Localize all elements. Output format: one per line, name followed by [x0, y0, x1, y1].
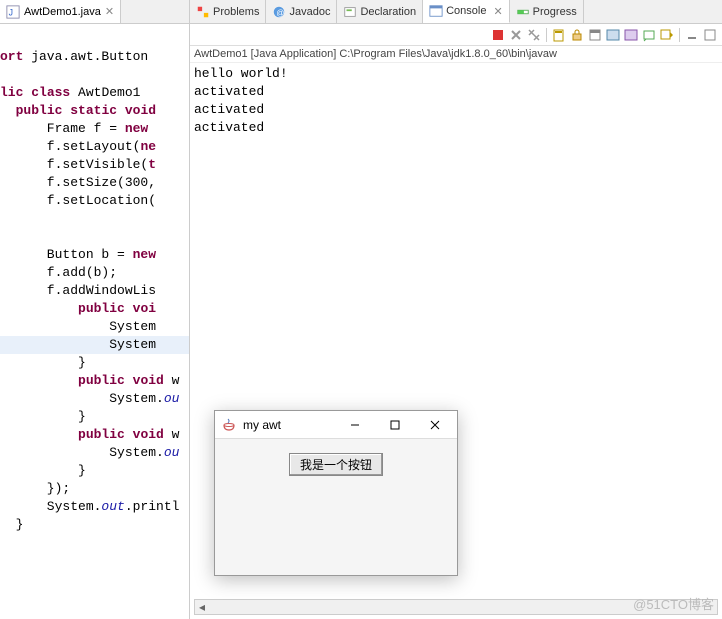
code-line[interactable]: lic class AwtDemo1 — [0, 84, 189, 102]
declaration-icon — [343, 5, 357, 19]
svg-text:J: J — [9, 7, 13, 17]
tab-label: Console — [446, 5, 486, 17]
code-line[interactable]: public voi — [0, 300, 189, 318]
tab-label: Problems — [213, 6, 259, 18]
display-selected-button[interactable] — [641, 27, 657, 43]
code-line[interactable]: public void w — [0, 426, 189, 444]
console-toolbar — [190, 24, 722, 46]
code-line[interactable]: System.out.printl — [0, 498, 189, 516]
minimize-view-button[interactable] — [684, 27, 700, 43]
editor-tab-filename: AwtDemo1.java — [24, 6, 101, 18]
tab-label: Javadoc — [289, 6, 330, 18]
awt-titlebar[interactable]: my awt — [215, 411, 457, 439]
code-line[interactable]: }); — [0, 480, 189, 498]
console-output[interactable]: hello world! activated activated activat… — [190, 63, 722, 139]
code-line[interactable] — [0, 228, 189, 246]
javadoc-icon: @ — [272, 5, 286, 19]
clear-console-button[interactable] — [551, 27, 567, 43]
code-line[interactable]: public static void — [0, 102, 189, 120]
tab-label: Progress — [533, 6, 577, 18]
awt-minimize-button[interactable] — [335, 411, 375, 439]
awt-demo-window[interactable]: my awt 我是一个按钮 — [214, 410, 458, 576]
java-file-icon: J — [6, 5, 20, 19]
code-line[interactable]: f.setLocation( — [0, 192, 189, 210]
tab-javadoc[interactable]: @ Javadoc — [266, 0, 337, 23]
view-tab-bar: Problems @ Javadoc Declaration Console ✕… — [190, 0, 722, 24]
problems-icon — [196, 5, 210, 19]
tab-console[interactable]: Console ✕ — [423, 0, 510, 23]
code-line[interactable]: f.setSize(300, — [0, 174, 189, 192]
code-line[interactable]: } — [0, 408, 189, 426]
svg-text:@: @ — [277, 8, 285, 17]
watermark: @51CTO博客 — [633, 594, 714, 613]
console-launch-header: AwtDemo1 [Java Application] C:\Program F… — [190, 46, 722, 63]
open-console-button[interactable] — [659, 27, 675, 43]
toolbar-separator — [679, 28, 680, 42]
awt-window-title: my awt — [243, 418, 335, 432]
code-editor[interactable]: ort java.awt.Button lic class AwtDemo1 p… — [0, 24, 189, 619]
console-tab-close-icon[interactable]: ✕ — [493, 5, 502, 18]
tab-problems[interactable]: Problems — [190, 0, 266, 23]
code-line[interactable] — [0, 30, 189, 48]
toolbar-separator — [546, 28, 547, 42]
terminate-button[interactable] — [490, 27, 506, 43]
code-line[interactable]: Button b = new — [0, 246, 189, 264]
java-app-icon — [221, 417, 237, 433]
code-line[interactable]: f.add(b); — [0, 264, 189, 282]
word-wrap-button[interactable] — [587, 27, 603, 43]
code-line[interactable]: System — [0, 318, 189, 336]
code-line[interactable]: System.ou — [0, 390, 189, 408]
progress-icon — [516, 5, 530, 19]
code-line[interactable]: f.addWindowLis — [0, 282, 189, 300]
remove-launch-button[interactable] — [508, 27, 524, 43]
editor-tab-close-icon[interactable]: ✕ — [105, 5, 114, 18]
awt-close-button[interactable] — [415, 411, 455, 439]
code-line[interactable] — [0, 210, 189, 228]
code-line[interactable] — [0, 66, 189, 84]
code-line[interactable]: f.setLayout(ne — [0, 138, 189, 156]
code-line[interactable]: System — [0, 336, 189, 354]
awt-demo-button[interactable]: 我是一个按钮 — [289, 453, 383, 476]
editor-tab-awtdemo1[interactable]: J AwtDemo1.java ✕ — [0, 0, 121, 23]
code-line[interactable]: System.ou — [0, 444, 189, 462]
editor-tab-bar: J AwtDemo1.java ✕ — [0, 0, 189, 24]
console-icon — [429, 4, 443, 18]
code-line[interactable]: } — [0, 354, 189, 372]
code-line[interactable]: public void w — [0, 372, 189, 390]
awt-maximize-button[interactable] — [375, 411, 415, 439]
tab-declaration[interactable]: Declaration — [337, 0, 423, 23]
show-console-button[interactable] — [605, 27, 621, 43]
code-line[interactable]: } — [0, 516, 189, 534]
remove-all-button[interactable] — [526, 27, 542, 43]
code-line[interactable]: } — [0, 462, 189, 480]
code-line[interactable]: ort java.awt.Button — [0, 48, 189, 66]
tab-progress[interactable]: Progress — [510, 0, 584, 23]
scroll-left-icon[interactable]: ◂ — [195, 600, 209, 614]
maximize-view-button[interactable] — [702, 27, 718, 43]
tab-label: Declaration — [360, 6, 416, 18]
code-line[interactable]: f.setVisible(t — [0, 156, 189, 174]
code-line[interactable]: Frame f = new — [0, 120, 189, 138]
pin-console-button[interactable] — [623, 27, 639, 43]
scroll-lock-button[interactable] — [569, 27, 585, 43]
awt-client-area: 我是一个按钮 — [215, 439, 457, 575]
